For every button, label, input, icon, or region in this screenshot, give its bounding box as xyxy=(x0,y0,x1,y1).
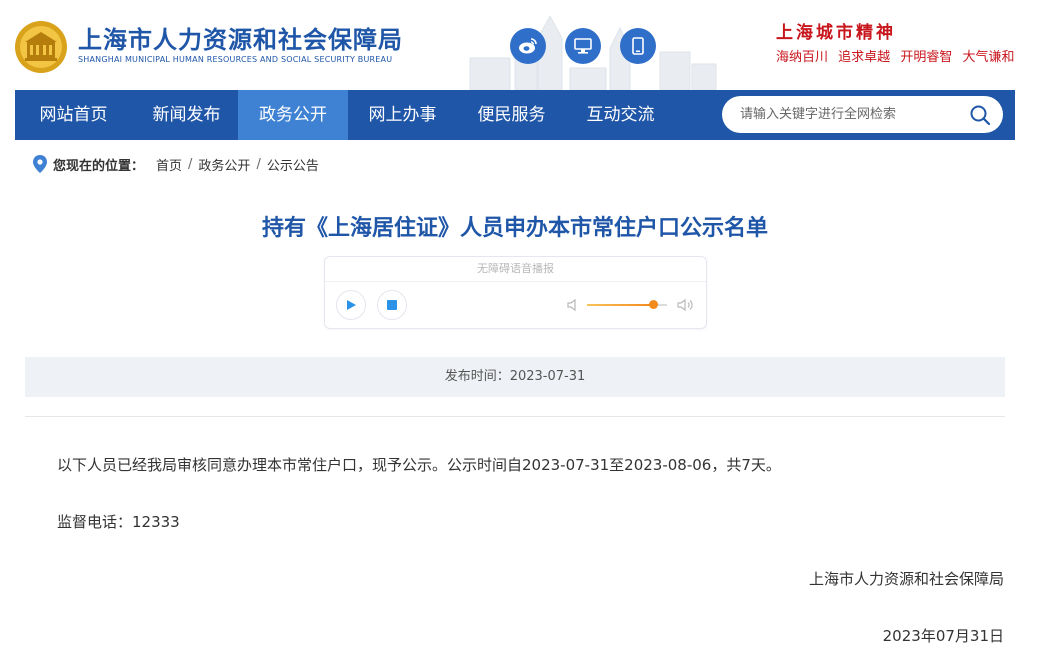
org-name-en: SHANGHAI MUNICIPAL HUMAN RESOURCES AND S… xyxy=(78,55,393,64)
nav-item-online-services[interactable]: 网上办事 xyxy=(348,90,457,140)
breadcrumb-link-government-affairs[interactable]: 政务公开 xyxy=(198,155,250,174)
desktop-icon xyxy=(574,38,592,54)
slogan: 大气谦和 xyxy=(962,50,1015,65)
nav-item-home[interactable]: 网站首页 xyxy=(15,90,132,140)
breadcrumb-label: 您现在的位置： xyxy=(53,158,145,174)
city-spirit-title: 上海城市精神 xyxy=(776,23,896,43)
article-signature: 上海市人力资源和社会保障局 xyxy=(808,570,1004,588)
stop-icon xyxy=(387,300,397,310)
weibo-icon xyxy=(519,38,537,54)
search-input[interactable] xyxy=(740,104,960,124)
weibo-button[interactable] xyxy=(510,28,546,64)
location-pin-icon xyxy=(33,155,47,173)
article-paragraph: 以下人员已经我局审核同意办理本市常住户口，现予公示。公示时间自2023-07-3… xyxy=(57,456,781,474)
nav-item-news[interactable]: 新闻发布 xyxy=(132,90,241,140)
mobile-site-button[interactable] xyxy=(620,28,656,64)
main-navigation: 网站首页 新闻发布 政务公开 网上办事 便民服务 互动交流 xyxy=(15,90,1015,140)
breadcrumb: 您现在的位置： 首页 / 政务公开 / 公示公告 xyxy=(33,154,319,174)
publish-info-bar: 发布时间：2023-07-31 xyxy=(25,357,1005,397)
publish-time: 发布时间：2023-07-31 xyxy=(444,369,586,384)
stop-button[interactable] xyxy=(377,290,407,320)
breadcrumb-link-home[interactable]: 首页 xyxy=(156,155,182,174)
city-spirit-slogans: 海纳百川 追求卓越 开明睿智 大气谦和 xyxy=(776,46,1020,65)
play-icon xyxy=(347,300,356,310)
org-name-cn[interactable]: 上海市人力资源和社会保障局 xyxy=(78,20,403,55)
content-divider xyxy=(25,416,1005,417)
supervision-phone: 监督电话：12333 xyxy=(57,513,180,531)
slogan: 追求卓越 xyxy=(838,50,891,65)
volume-high-icon[interactable] xyxy=(677,297,694,313)
search-box xyxy=(722,96,1003,133)
volume-slider[interactable] xyxy=(587,300,667,309)
article-title: 持有《上海居住证》人员申办本市常住户口公示名单 xyxy=(261,216,768,241)
breadcrumb-separator: / xyxy=(188,156,193,172)
slogan: 海纳百川 xyxy=(776,50,829,65)
player-title: 无障碍语音播报 xyxy=(325,257,706,282)
mobile-icon xyxy=(632,37,644,55)
nav-item-government-affairs[interactable]: 政务公开 xyxy=(238,90,348,140)
volume-slider-handle[interactable] xyxy=(648,300,658,309)
breadcrumb-separator: / xyxy=(256,156,261,172)
breadcrumb-link-announcements[interactable]: 公示公告 xyxy=(267,155,319,174)
accessibility-audio-player: 无障碍语音播报 xyxy=(324,256,707,329)
play-button[interactable] xyxy=(336,290,366,320)
volume-low-icon[interactable] xyxy=(566,298,580,312)
site-header: 上海市人力资源和社会保障局 SHANGHAI MUNICIPAL HUMAN R… xyxy=(0,0,1037,90)
search-icon[interactable] xyxy=(969,104,991,126)
nav-item-public-services[interactable]: 便民服务 xyxy=(457,90,566,140)
nav-item-interaction[interactable]: 互动交流 xyxy=(566,90,675,140)
article-date: 2023年07月31日 xyxy=(882,627,1004,645)
desktop-site-button[interactable] xyxy=(565,28,601,64)
volume-slider-fill xyxy=(587,304,653,306)
bureau-emblem-icon[interactable] xyxy=(14,20,68,74)
slogan: 开明睿智 xyxy=(900,50,953,65)
